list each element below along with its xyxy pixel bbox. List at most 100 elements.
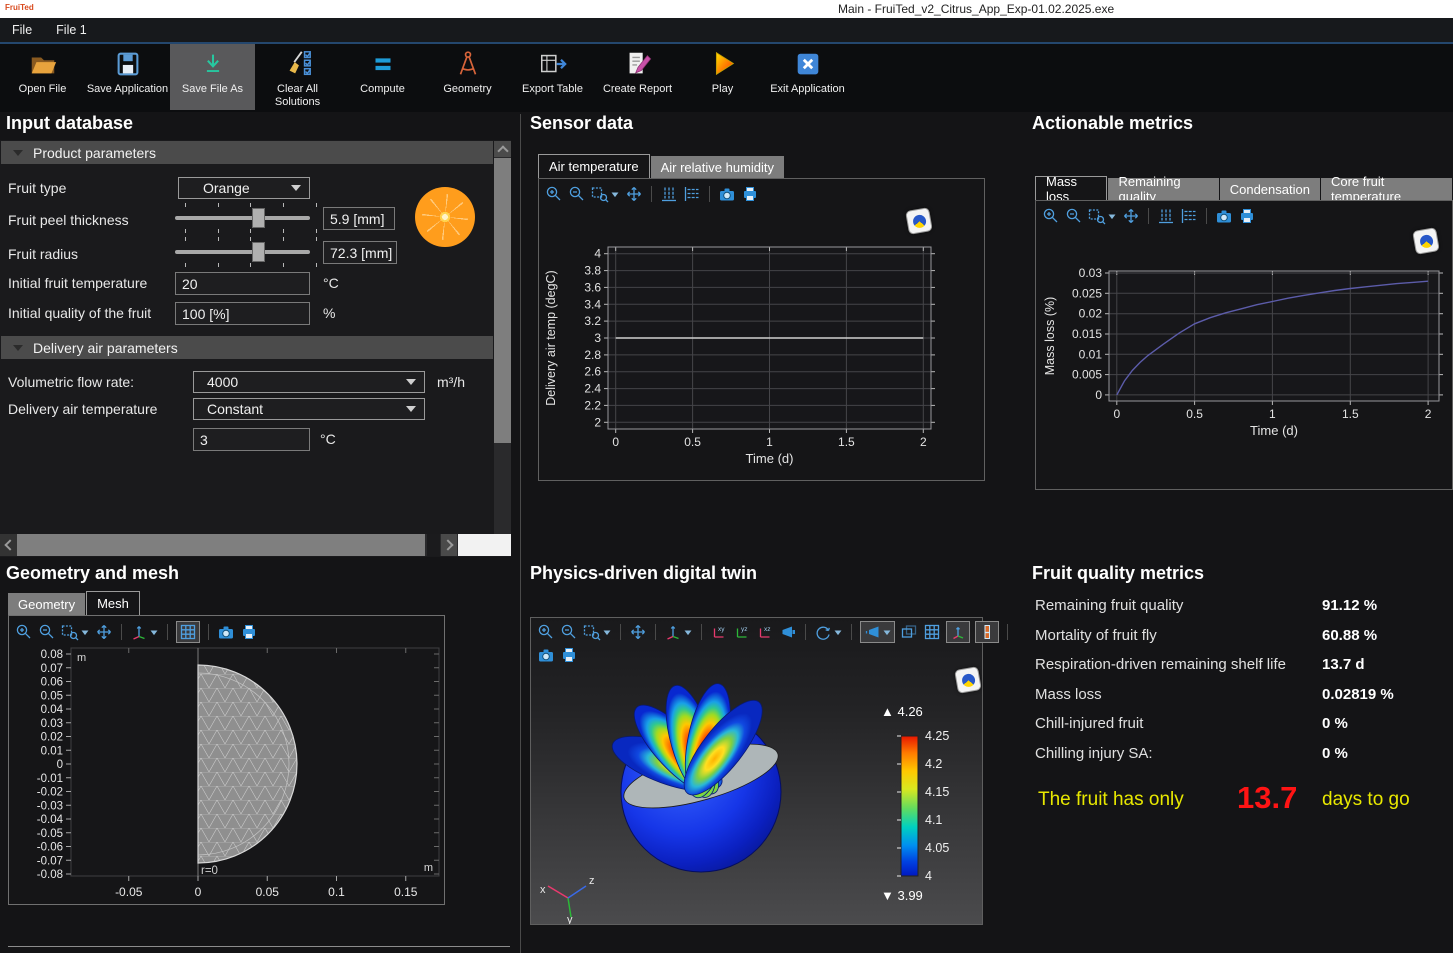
view-xz-button[interactable]: xz: [756, 623, 774, 641]
axes-indicator-button[interactable]: [946, 621, 970, 643]
initial-quality-field[interactable]: 100 [%]: [175, 302, 310, 325]
air-temp-value-field[interactable]: 3: [193, 428, 310, 451]
zoom-in-button[interactable]: [1042, 207, 1060, 225]
svg-text:1.5: 1.5: [838, 435, 855, 449]
slider-track[interactable]: [175, 250, 310, 254]
scroll-thumb[interactable]: [17, 534, 425, 556]
save-file-as-button[interactable]: Save File As: [170, 44, 255, 110]
axis-orientation-button[interactable]: [130, 623, 159, 641]
grid-button[interactable]: [923, 623, 941, 641]
geometry-button[interactable]: Geometry: [425, 44, 510, 110]
axis-orientation-button[interactable]: [664, 623, 693, 641]
exit-application-button[interactable]: Exit Application: [765, 44, 850, 110]
zoom-out-button[interactable]: [568, 185, 586, 203]
rotate-icon: [814, 623, 832, 641]
zoom-extents-button[interactable]: [1122, 207, 1140, 225]
air-temp-mode-select[interactable]: Constant: [193, 398, 425, 420]
image-snapshot-button[interactable]: [217, 623, 235, 641]
save-application-button[interactable]: Save Application: [85, 44, 170, 110]
fruit-radius-field[interactable]: 72.3 [mm]: [323, 241, 397, 264]
digital-twin-3d-view[interactable]: 44.054.14.154.24.25▲ 4.26▼ 3.99xyz: [531, 660, 984, 929]
view-yz-button[interactable]: yz: [733, 623, 751, 641]
zoom-in-button[interactable]: [537, 623, 555, 641]
zoom-box-button[interactable]: [591, 185, 620, 203]
svg-text:m: m: [77, 652, 86, 664]
zoom-out-button[interactable]: [38, 623, 56, 641]
export-table-button[interactable]: Export Table: [510, 44, 595, 110]
tab-air-temperature[interactable]: Air temperature: [538, 154, 650, 178]
chevron-down-icon: [149, 626, 159, 638]
zoom-in-button[interactable]: [15, 623, 33, 641]
zoom-extents-button[interactable]: [95, 623, 113, 641]
horizontal-scrollbar[interactable]: [0, 534, 494, 556]
section-delivery-air-parameters[interactable]: Delivery air parameters: [1, 336, 493, 359]
image-snapshot-button[interactable]: [1215, 207, 1233, 225]
svg-text:-0.01: -0.01: [37, 773, 63, 785]
transparency-button[interactable]: [900, 623, 918, 641]
zoom-out-button[interactable]: [1065, 207, 1083, 225]
fruit-radius-slider[interactable]: [175, 237, 310, 267]
svg-text:3.6: 3.6: [584, 280, 601, 294]
menu-file[interactable]: File: [0, 18, 44, 42]
scroll-right-button[interactable]: [441, 534, 457, 556]
scroll-left-button[interactable]: [0, 534, 17, 556]
menu-file-1[interactable]: File 1: [44, 18, 99, 42]
slider-track[interactable]: [175, 216, 310, 220]
scroll-thumb[interactable]: [494, 158, 511, 443]
svg-text:2.4: 2.4: [584, 382, 601, 396]
zoom-in-icon: [545, 185, 563, 203]
flow-rate-select[interactable]: 4000: [193, 371, 425, 393]
tab-remaining-quality[interactable]: Remaining quality: [1108, 178, 1218, 200]
initial-temperature-field[interactable]: 20: [175, 272, 310, 295]
section-divider: [8, 946, 510, 947]
tab-mass-loss[interactable]: Mass loss: [1035, 176, 1107, 200]
fruit-type-select[interactable]: Orange: [178, 177, 310, 199]
color-legend-button[interactable]: [975, 621, 999, 643]
geometry-mesh-tabs: GeometryMesh: [8, 591, 141, 615]
x-axis-grid-button[interactable]: [1157, 207, 1175, 225]
zoom-in-button[interactable]: [545, 185, 563, 203]
tab-mesh[interactable]: Mesh: [86, 591, 140, 615]
x-axis-grid-button[interactable]: [660, 185, 678, 203]
perspective-view-button[interactable]: [779, 623, 797, 641]
create-report-button[interactable]: Create Report: [595, 44, 680, 110]
zoom-extents-button[interactable]: [629, 623, 647, 641]
scene-light-button[interactable]: [860, 621, 895, 643]
compute-button[interactable]: Compute: [340, 44, 425, 110]
peel-thickness-slider[interactable]: [175, 203, 310, 233]
print-button[interactable]: [240, 623, 258, 641]
fruit-quality-title: Fruit quality metrics: [1032, 563, 1204, 584]
zoom-box-button[interactable]: [1088, 207, 1117, 225]
zoom-box-button[interactable]: [583, 623, 612, 641]
scroll-up-button[interactable]: [494, 141, 511, 157]
scene-light-icon: [863, 623, 881, 641]
clear-all-solutions-button[interactable]: Clear All Solutions: [255, 44, 340, 110]
open-file-button[interactable]: Open File: [0, 44, 85, 110]
grid-button[interactable]: [176, 621, 200, 643]
image-snapshot-button[interactable]: [718, 185, 736, 203]
tab-geometry[interactable]: Geometry: [8, 593, 85, 615]
view-xy-button[interactable]: xy: [710, 623, 728, 641]
title-bar: FruiTed Main - FruiTed_v2_Citrus_App_Exp…: [0, 0, 1453, 18]
slider-thumb[interactable]: [252, 242, 265, 262]
rotate-button[interactable]: [814, 623, 843, 641]
y-axis-grid-button[interactable]: [1180, 207, 1198, 225]
create-report-icon: [623, 47, 653, 81]
chevron-down-icon: [683, 626, 693, 638]
play-button[interactable]: Play: [680, 44, 765, 110]
print-button[interactable]: [1238, 207, 1256, 225]
slider-thumb[interactable]: [252, 208, 265, 228]
zoom-extents-button[interactable]: [625, 185, 643, 203]
zoom-out-button[interactable]: [560, 623, 578, 641]
tab-air-relative-humidity[interactable]: Air relative humidity: [651, 156, 784, 178]
metric-label: Remaining fruit quality: [1035, 597, 1322, 614]
y-axis-grid-button[interactable]: [683, 185, 701, 203]
peel-thickness-field[interactable]: 5.9 [mm]: [323, 207, 395, 230]
vertical-scrollbar[interactable]: [494, 141, 511, 556]
tab-condensation[interactable]: Condensation: [1220, 178, 1320, 200]
tab-core-fruit-temperature[interactable]: Core fruit temperature: [1321, 178, 1452, 200]
zoom-box-button[interactable]: [61, 623, 90, 641]
alert-days-number: 13.7: [1237, 780, 1297, 816]
section-product-parameters[interactable]: Product parameters: [1, 141, 493, 164]
print-button[interactable]: [741, 185, 759, 203]
